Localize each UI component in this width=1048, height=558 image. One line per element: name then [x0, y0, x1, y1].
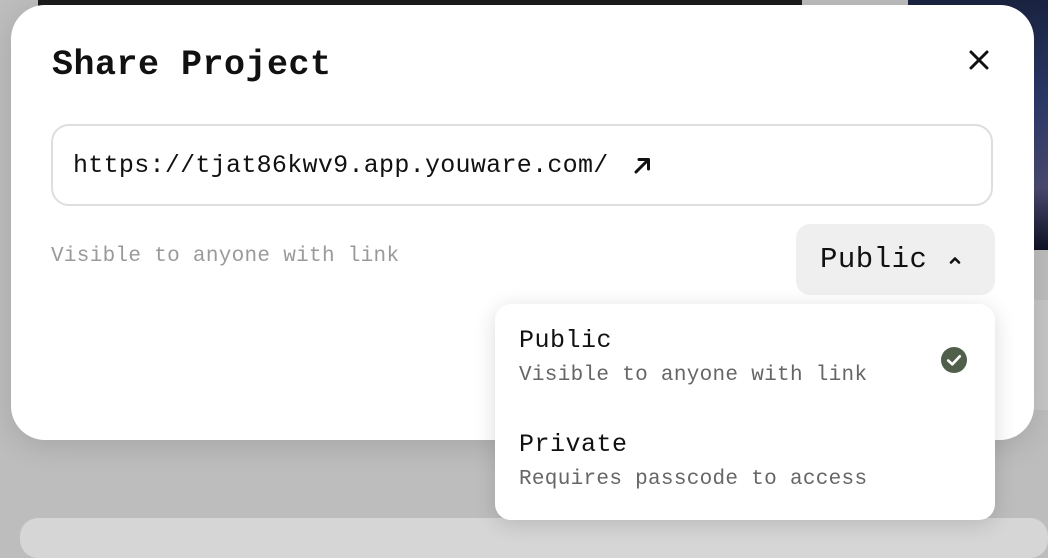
- option-label: Public: [519, 326, 613, 355]
- external-link-arrow-icon: [634, 158, 650, 174]
- visibility-select[interactable]: Public: [796, 224, 995, 295]
- visibility-option-public[interactable]: Public Visible to anyone with link: [495, 304, 995, 408]
- visibility-description: Visible to anyone with link: [51, 245, 400, 268]
- close-icon: [969, 50, 989, 70]
- close-button[interactable]: [962, 43, 996, 77]
- option-label: Private: [519, 430, 628, 459]
- option-description: Visible to anyone with link: [519, 364, 868, 387]
- visibility-dropdown: Public Visible to anyone with link Priva…: [495, 304, 995, 520]
- share-url-link[interactable]: https://tjat86kwv9.app.youware.com/: [73, 151, 609, 180]
- open-link-button[interactable]: [631, 154, 653, 176]
- visibility-select-value: Public: [820, 243, 928, 276]
- share-url-field[interactable]: https://tjat86kwv9.app.youware.com/: [51, 124, 993, 206]
- check-circle-icon: [941, 347, 967, 373]
- chevron-up-icon: [949, 256, 961, 264]
- visibility-option-private[interactable]: Private Requires passcode to access: [495, 408, 995, 512]
- option-description: Requires passcode to access: [519, 468, 868, 491]
- background-card: [20, 518, 1048, 558]
- modal-title: Share Project: [52, 45, 332, 85]
